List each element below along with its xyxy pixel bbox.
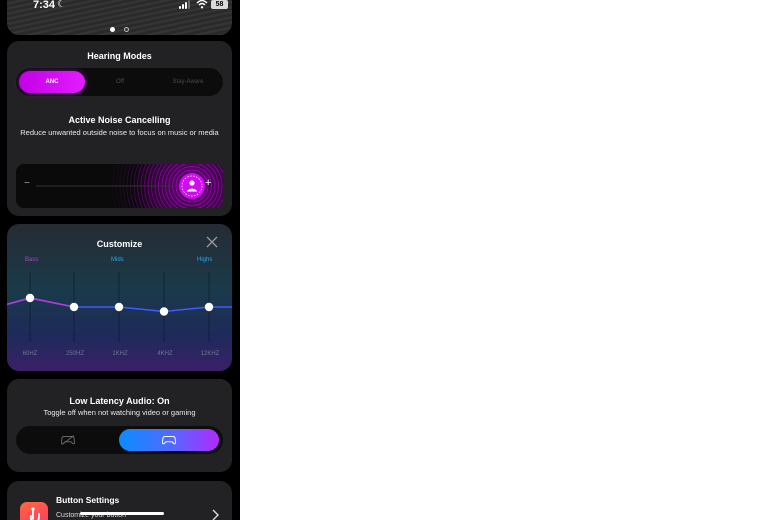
chevron-right-icon [212,509,219,520]
freq-label-4khz: 4KHZ [157,351,173,357]
low-latency-card: Low Latency Audio: On Toggle off when no… [7,379,232,472]
eq-handle-1khz[interactable] [114,302,124,312]
button-settings-icon [20,502,48,520]
mode-off-button[interactable]: Off [87,71,153,93]
eq-handle-60hz[interactable] [25,293,35,303]
hearing-modes-card: Hearing Modes ANC Off Stay-Aware Active … [7,41,232,216]
eq-handle-12khz[interactable] [204,302,214,312]
active-mode-description: Reduce unwanted outside noise to focus o… [20,128,219,137]
gamepad-icon [162,436,176,445]
eq-handle-250hz[interactable] [69,302,79,312]
anc-level-slider[interactable]: − + [16,164,223,208]
button-settings-title: Button Settings [56,495,120,505]
low-latency-description: Toggle off when not watching video or ga… [43,408,196,417]
freq-label-1khz: 1KHZ [112,351,128,357]
low-latency-title: Low Latency Audio: On [69,396,170,406]
ripple-graphic [16,164,223,208]
freq-label-12khz: 12KHZ [200,351,220,357]
status-time: 7:34 [33,0,56,11]
moon-icon: ☾ [57,0,66,10]
battery-icon: 58 [211,0,228,9]
mode-anc-button[interactable]: ANC [19,71,85,93]
freq-label-60hz: 60HZ [22,351,38,357]
page-dot-active[interactable] [110,27,115,32]
hearing-modes-title: Hearing Modes [87,51,152,61]
increase-noise-button[interactable]: + [205,177,211,189]
latency-off-option[interactable] [20,429,116,451]
page-indicator[interactable] [0,27,240,33]
wifi-icon [196,0,208,9]
page-dot-inactive[interactable] [124,27,129,32]
hearing-mode-selector: ANC Off Stay-Aware [16,68,223,96]
eq-graph[interactable] [7,224,232,371]
gamepad-off-icon [61,435,75,445]
home-indicator[interactable] [80,512,164,515]
eq-handle-4khz[interactable] [159,307,169,316]
signal-icon [179,0,193,9]
decrease-noise-button[interactable]: − [24,178,30,189]
phone-screen: 7:34 ☾ 58 Hearing Modes ANC Off Stay-Awa… [0,0,240,520]
mode-stay-aware-button[interactable]: Stay-Aware [155,71,221,93]
low-latency-toggle[interactable] [16,426,223,454]
customize-eq-card: Customize Bass Mids Highs 60HZ 250HZ 1KH… [7,224,232,371]
active-mode-title: Active Noise Cancelling [68,115,171,125]
eq-curve-bass [7,297,75,308]
freq-label-250hz: 250HZ [65,351,84,357]
latency-on-option[interactable] [119,429,219,451]
